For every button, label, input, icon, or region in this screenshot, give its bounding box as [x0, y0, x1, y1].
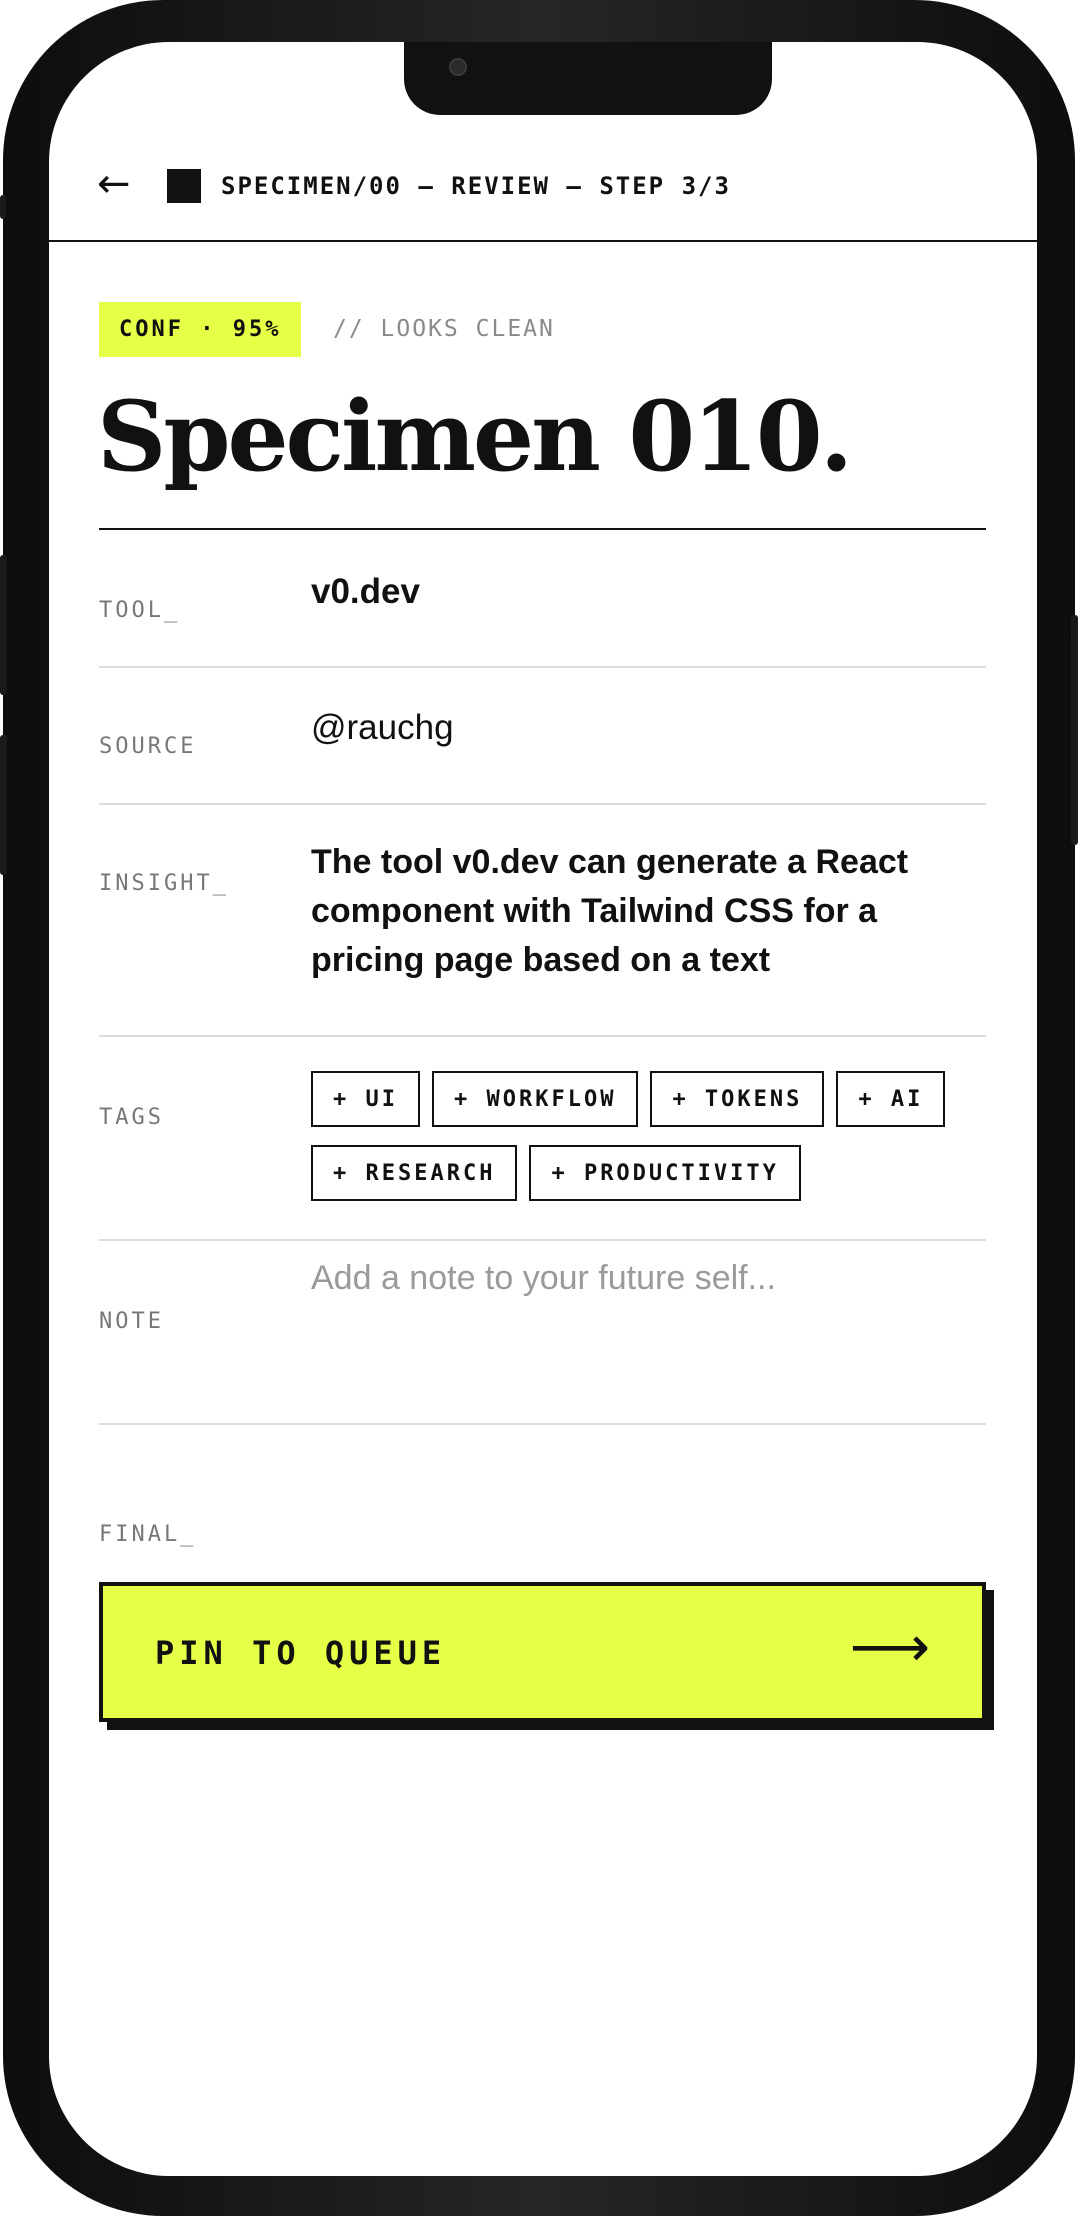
silent-switch	[0, 195, 6, 219]
field-value-insight: The tool v0.dev can generate a React com…	[311, 843, 909, 979]
back-arrow-icon[interactable]: ←	[97, 164, 131, 204]
field-label-tags: TAGS	[99, 1105, 164, 1130]
tag-ui[interactable]: + UI	[311, 1071, 420, 1127]
field-tool: TOOL_ v0.dev	[99, 530, 986, 668]
field-label-insight: INSIGHT_	[99, 871, 229, 896]
top-bar: ← SPECIMEN/00 — REVIEW — STEP 3/3	[49, 152, 1037, 242]
confidence-note: // LOOKS CLEAN	[333, 316, 555, 342]
screen: ← SPECIMEN/00 — REVIEW — STEP 3/3 CONF ·…	[49, 42, 1037, 2176]
field-value-tool: v0.dev	[311, 572, 420, 611]
volume-up-button	[0, 555, 7, 695]
pin-to-queue-button[interactable]: PIN TO QUEUE ⟶	[99, 1582, 986, 1722]
confidence-badge: CONF · 95%	[99, 302, 302, 357]
field-label-source: SOURCE	[99, 734, 197, 759]
tag-research[interactable]: + RESEARCH	[311, 1145, 518, 1201]
tag-ai[interactable]: + AI	[836, 1071, 946, 1127]
field-label-note: NOTE	[99, 1309, 164, 1334]
notch	[404, 42, 772, 115]
page-title: Specimen 010.	[97, 380, 853, 493]
breadcrumb: SPECIMEN/00 — REVIEW — STEP 3/3	[221, 172, 731, 200]
tag-list: + UI + WORKFLOW + TOKENS + AI + RESEARCH + PR…	[311, 1071, 1001, 1219]
field-label-tool: TOOL_	[99, 598, 181, 623]
field-insight: INSIGHT_ The tool v0.dev can generate a …	[99, 805, 986, 1037]
tag-workflow[interactable]: + WORKFLOW	[431, 1071, 639, 1127]
square-icon	[167, 169, 201, 203]
note-input[interactable]	[311, 1259, 981, 1298]
phone-frame: ← SPECIMEN/00 — REVIEW — STEP 3/3 CONF ·…	[0, 0, 1078, 2216]
field-value-source: @rauchg	[311, 708, 454, 747]
field-note: NOTE	[99, 1241, 986, 1425]
power-button	[1071, 615, 1078, 845]
arrow-right-icon: ⟶	[849, 1615, 930, 1680]
tag-productivity[interactable]: + PRODUCTIVITY	[529, 1145, 801, 1201]
field-tags: TAGS + UI + WORKFLOW + TOKENS + AI + RESEARC…	[99, 1037, 986, 1241]
field-source: SOURCE @rauchg	[99, 668, 986, 805]
camera-icon	[449, 58, 467, 76]
final-label: FINAL_	[99, 1522, 197, 1547]
pin-to-queue-label: PIN TO QUEUE	[155, 1634, 447, 1672]
volume-down-button	[0, 735, 7, 875]
tag-tokens[interactable]: + TOKENS	[650, 1071, 825, 1127]
